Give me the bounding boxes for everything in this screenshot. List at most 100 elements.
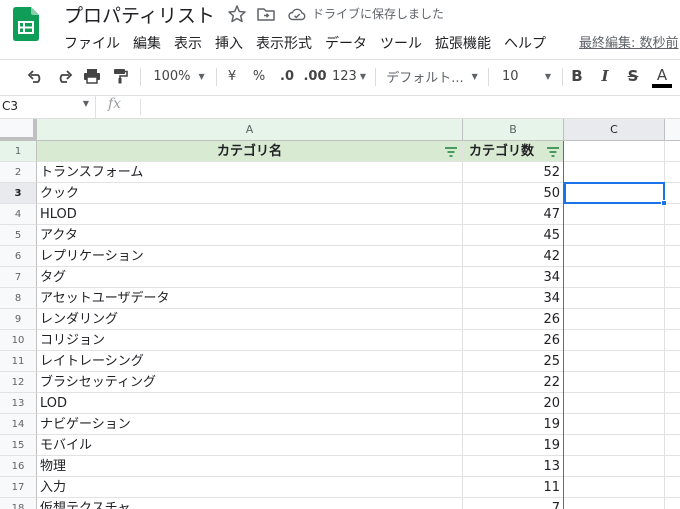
row-header[interactable]: 17 xyxy=(0,477,37,498)
category-count-cell[interactable]: 13 xyxy=(463,456,564,477)
decrease-decimal-button[interactable]: .0 xyxy=(275,60,299,92)
fill-handle[interactable] xyxy=(661,200,667,206)
category-name-cell[interactable]: 物理 xyxy=(37,456,463,477)
category-name-cell[interactable]: 仮想テクスチャ xyxy=(37,498,463,509)
category-name-cell[interactable]: レプリケーション xyxy=(37,246,463,267)
move-to-folder-icon[interactable] xyxy=(256,4,276,24)
empty-cell-c[interactable] xyxy=(564,246,665,267)
empty-cell-d[interactable] xyxy=(665,456,680,477)
empty-cell-d[interactable] xyxy=(665,204,680,225)
redo-button[interactable] xyxy=(52,60,76,92)
column-header-c[interactable]: C xyxy=(564,119,665,141)
row-header[interactable]: 14 xyxy=(0,414,37,435)
empty-cell-c[interactable] xyxy=(564,456,665,477)
empty-cell-c[interactable] xyxy=(564,393,665,414)
empty-cell-d[interactable] xyxy=(665,435,680,456)
category-name-cell[interactable]: ブラシセッティング xyxy=(37,372,463,393)
category-count-cell[interactable]: 20 xyxy=(463,393,564,414)
row-header[interactable]: 6 xyxy=(0,246,37,267)
category-count-cell[interactable]: 19 xyxy=(463,435,564,456)
category-name-cell[interactable]: モバイル xyxy=(37,435,463,456)
menu-item[interactable]: ヘルプ xyxy=(504,33,546,53)
empty-cell-d[interactable] xyxy=(665,498,680,509)
text-color-button[interactable]: A xyxy=(652,60,672,92)
empty-cell-d[interactable] xyxy=(665,309,680,330)
empty-cell-c[interactable] xyxy=(564,288,665,309)
row-header[interactable]: 3 xyxy=(0,183,37,204)
row-header[interactable]: 13 xyxy=(0,393,37,414)
column-header-a[interactable]: A xyxy=(37,119,463,141)
category-name-cell[interactable]: アセットユーザデータ xyxy=(37,288,463,309)
empty-cell-d[interactable] xyxy=(665,267,680,288)
zoom-select[interactable]: 100% ▼ xyxy=(150,60,208,92)
percent-format-button[interactable]: % xyxy=(249,60,269,92)
category-name-cell[interactable]: LOD xyxy=(37,393,463,414)
menu-item[interactable]: ファイル xyxy=(64,33,120,53)
empty-cell-c[interactable] xyxy=(564,141,665,162)
empty-cell-c[interactable] xyxy=(564,267,665,288)
filter-icon[interactable] xyxy=(547,147,559,157)
font-family-select[interactable]: デフォルト... ▼ xyxy=(384,60,480,92)
italic-button[interactable]: I xyxy=(596,60,614,92)
formula-input[interactable] xyxy=(148,99,668,115)
empty-cell-d[interactable] xyxy=(665,141,680,162)
empty-cell-d[interactable] xyxy=(665,246,680,267)
category-name-cell[interactable]: ナビゲーション xyxy=(37,414,463,435)
empty-cell-d[interactable] xyxy=(665,393,680,414)
category-count-cell[interactable]: 19 xyxy=(463,414,564,435)
row-header[interactable]: 4 xyxy=(0,204,37,225)
column-header-d[interactable] xyxy=(665,119,680,141)
category-count-cell[interactable]: 34 xyxy=(463,288,564,309)
empty-cell-d[interactable] xyxy=(665,477,680,498)
category-count-cell[interactable]: 11 xyxy=(463,477,564,498)
category-count-cell[interactable]: 47 xyxy=(463,204,564,225)
empty-cell-d[interactable] xyxy=(665,183,680,204)
empty-cell-d[interactable] xyxy=(665,372,680,393)
selected-cell-c3[interactable] xyxy=(564,182,667,206)
category-count-cell[interactable]: 26 xyxy=(463,330,564,351)
empty-cell-c[interactable] xyxy=(564,477,665,498)
category-count-cell[interactable]: 26 xyxy=(463,309,564,330)
empty-cell-d[interactable] xyxy=(665,288,680,309)
star-icon[interactable] xyxy=(227,4,247,24)
undo-button[interactable] xyxy=(24,60,48,92)
category-count-cell[interactable]: 45 xyxy=(463,225,564,246)
category-count-cell[interactable]: 22 xyxy=(463,372,564,393)
row-header[interactable]: 9 xyxy=(0,309,37,330)
category-name-cell[interactable]: 入力 xyxy=(37,477,463,498)
menu-item[interactable]: 拡張機能 xyxy=(435,33,491,53)
row-header[interactable]: 1 xyxy=(0,141,37,162)
bold-button[interactable]: B xyxy=(568,60,586,92)
empty-cell-c[interactable] xyxy=(564,498,665,509)
menu-item[interactable]: 編集 xyxy=(133,33,161,53)
row-header[interactable]: 16 xyxy=(0,456,37,477)
row-header[interactable]: 18 xyxy=(0,498,37,509)
menu-item[interactable]: データ xyxy=(325,33,367,53)
increase-decimal-button[interactable]: .00 xyxy=(302,60,328,92)
row-header[interactable]: 7 xyxy=(0,267,37,288)
empty-cell-d[interactable] xyxy=(665,351,680,372)
print-button[interactable] xyxy=(80,60,104,92)
category-name-cell[interactable]: タグ xyxy=(37,267,463,288)
menu-item[interactable]: 表示形式 xyxy=(256,33,312,53)
empty-cell-c[interactable] xyxy=(564,351,665,372)
menu-item[interactable]: ツール xyxy=(380,33,422,53)
empty-cell-c[interactable] xyxy=(564,330,665,351)
select-all-corner[interactable] xyxy=(0,119,37,141)
paint-format-button[interactable] xyxy=(108,60,132,92)
more-formats-select[interactable]: 123 ▼ xyxy=(331,60,367,92)
last-edit-link[interactable]: 最終編集: 数秒前 xyxy=(579,32,679,51)
category-name-cell[interactable]: トランスフォーム xyxy=(37,162,463,183)
category-count-cell[interactable]: 34 xyxy=(463,267,564,288)
category-count-cell[interactable]: 7 xyxy=(463,498,564,509)
strikethrough-button[interactable]: S xyxy=(624,60,642,92)
category-name-cell[interactable]: HLOD xyxy=(37,204,463,225)
category-name-cell[interactable]: クック xyxy=(37,183,463,204)
empty-cell-c[interactable] xyxy=(564,372,665,393)
row-header[interactable]: 12 xyxy=(0,372,37,393)
category-name-cell[interactable]: レンダリング xyxy=(37,309,463,330)
empty-cell-d[interactable] xyxy=(665,414,680,435)
category-name-cell[interactable]: コリジョン xyxy=(37,330,463,351)
row-header[interactable]: 8 xyxy=(0,288,37,309)
empty-cell-c[interactable] xyxy=(564,162,665,183)
